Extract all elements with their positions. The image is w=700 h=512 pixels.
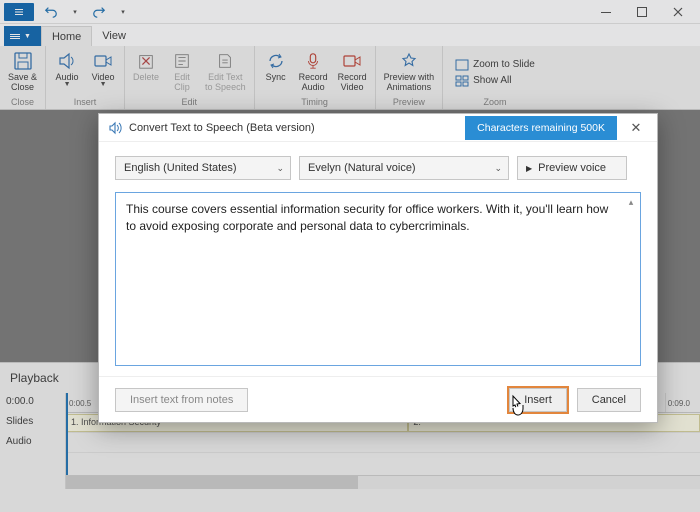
tts-dialog-icon: [107, 120, 123, 136]
textarea-scrollbar[interactable]: ▴: [624, 195, 638, 363]
play-icon: ▶: [526, 164, 532, 173]
scroll-up-icon[interactable]: ▴: [624, 195, 638, 209]
voice-select[interactable]: Evelyn (Natural voice)⌄: [299, 156, 509, 180]
insert-from-notes-button[interactable]: Insert text from notes: [115, 388, 248, 412]
preview-voice-button[interactable]: ▶ Preview voice: [517, 156, 627, 180]
characters-remaining-badge: Characters remaining 500K: [465, 116, 617, 140]
dialog-title: Convert Text to Speech (Beta version): [129, 122, 315, 134]
language-select[interactable]: English (United States)⌄: [115, 156, 291, 180]
cancel-button[interactable]: Cancel: [577, 388, 641, 412]
dialog-close-button[interactable]: ✕: [621, 114, 651, 142]
chevron-down-icon: ⌄: [276, 163, 284, 174]
insert-button[interactable]: Insert: [509, 388, 567, 412]
chevron-down-icon: ⌄: [494, 163, 502, 174]
tts-dialog: Convert Text to Speech (Beta version) Ch…: [98, 113, 658, 423]
tts-text-area[interactable]: This course covers essential information…: [115, 192, 641, 366]
